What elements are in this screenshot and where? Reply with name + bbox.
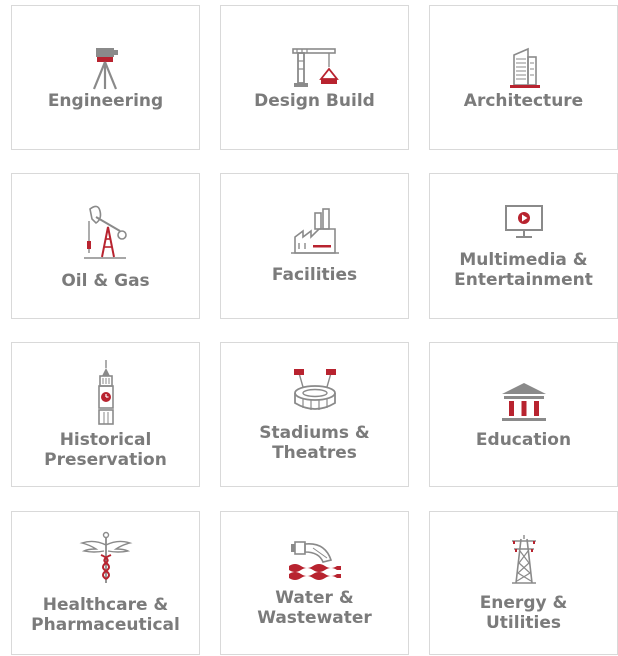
tile-multimedia-entertainment[interactable]: Multimedia & Entertainment [429,173,618,319]
tile-label: Stadiums & Theatres [259,422,370,463]
stadium-icon [293,368,336,410]
tile-architecture[interactable]: Architecture [429,5,618,150]
factory-icon [290,208,339,254]
tile-water-wastewater[interactable]: Water & Wastewater [220,511,409,655]
tile-label: Historical Preservation [44,429,167,470]
skyscraper-icon [509,47,540,88]
oil-pump-jack-icon [83,205,127,259]
tile-energy-utilities[interactable]: Energy & Utilities [429,511,618,655]
tile-design-build[interactable]: Design Build [220,5,409,150]
tile-label: Water & Wastewater [257,588,372,628]
tile-label: Oil & Gas [61,271,150,291]
tile-healthcare-pharmaceutical[interactable]: Healthcare & Pharmaceutical [11,511,200,655]
surveyor-tripod-icon [92,47,118,89]
water-outfall-icon [288,541,341,580]
classical-building-icon [501,382,546,421]
tile-label: Education [475,429,572,450]
tile-label: Engineering [47,90,164,111]
tile-label: Facilities [271,265,358,285]
tile-oil-gas[interactable]: Oil & Gas [11,173,200,319]
tile-education[interactable]: Education [429,342,618,487]
tile-historical-preservation[interactable]: Historical Preservation [11,342,200,487]
tile-label: Architecture [463,90,584,111]
clock-tower-icon [97,359,114,425]
monitor-play-icon [504,205,543,238]
crane-icon [291,47,339,87]
tile-label: Multimedia & Entertainment [454,250,593,290]
tile-label: Energy & Utilities [479,593,568,633]
caduceus-icon [78,531,133,583]
tile-engineering[interactable]: Engineering [11,5,200,150]
tile-facilities[interactable]: Facilities [220,173,409,319]
tile-stadiums-theatres[interactable]: Stadiums & Theatres [220,342,409,487]
power-pylon-icon [511,535,536,584]
tile-label: Healthcare & Pharmaceutical [31,595,180,635]
tile-label: Design Build [254,90,375,111]
